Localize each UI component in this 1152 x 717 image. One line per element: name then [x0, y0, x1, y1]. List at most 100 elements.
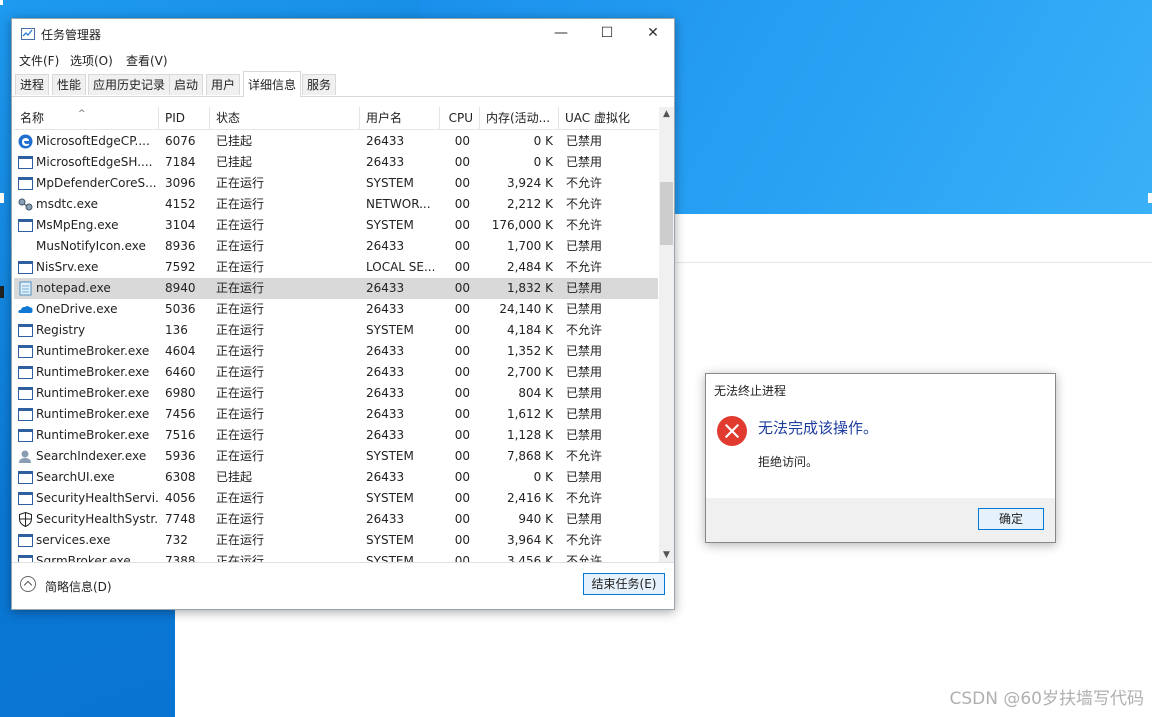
table-row[interactable]: SecurityHealthSystr... 7748 正在运行 26433 00 940…	[14, 509, 658, 530]
title-bar[interactable]: 任务管理器 — ☐ ✕	[12, 19, 674, 49]
column-header-cpu[interactable]: CPU	[440, 107, 480, 129]
row-pid: 5036	[165, 302, 196, 316]
menu-options[interactable]: 选项(O)	[70, 52, 113, 69]
row-username: SYSTEM	[366, 491, 414, 505]
table-row[interactable]: SearchIndexer.exe 5936 正在运行 SYSTEM 00 7,868 K…	[14, 446, 658, 467]
row-pid: 7184	[165, 155, 196, 169]
end-task-button[interactable]: 结束任务(E)	[583, 573, 665, 595]
fewer-details-link[interactable]: 简略信息(D)	[45, 578, 112, 595]
row-uac: 已禁用	[566, 134, 603, 148]
table-row[interactable]: RuntimeBroker.exe 4604 正在运行 26433 00 1,352 K 已…	[14, 341, 658, 362]
table-row[interactable]: MusNotifyIcon.exe 8936 正在运行 26433 00 1,700 K 已…	[14, 236, 658, 257]
row-username: LOCAL SE...	[366, 260, 436, 274]
tab-startup[interactable]: 启动	[169, 74, 204, 95]
scroll-up-icon[interactable]: ▲	[659, 109, 674, 119]
scroll-thumb[interactable]	[660, 182, 673, 245]
table-row[interactable]: MpDefenderCoreS... 3096 正在运行 SYSTEM 00 3,924 …	[14, 173, 658, 194]
table-row[interactable]: SearchUI.exe 6308 已挂起 26433 00 0 K 已禁用	[14, 467, 658, 488]
table-row[interactable]: NisSrv.exe 7592 正在运行 LOCAL SE... 00 2,484 K 不允…	[14, 257, 658, 278]
row-status: 已挂起	[216, 134, 253, 148]
row-cpu: 00	[454, 533, 470, 547]
table-row[interactable]: MicrosoftEdgeCP.... 6076 已挂起 26433 00 0 K 已禁用	[14, 131, 658, 152]
table-row[interactable]: OneDrive.exe 5036 正在运行 26433 00 24,140 K 已禁用	[14, 299, 658, 320]
menu-file[interactable]: 文件(F)	[19, 52, 59, 69]
row-pid: 7516	[165, 428, 196, 442]
table-row[interactable]: MicrosoftEdgeSH.... 7184 已挂起 26433 00 0 K 已禁用	[14, 152, 658, 173]
row-cpu: 00	[454, 155, 470, 169]
app-frame-icon	[18, 386, 33, 401]
row-uac: 不允许	[566, 176, 603, 190]
menu-view[interactable]: 查看(V)	[126, 52, 168, 69]
row-name: notepad.exe	[36, 281, 111, 295]
table-row[interactable]: MsMpEng.exe 3104 正在运行 SYSTEM 00 176,000 K 不允许	[14, 215, 658, 236]
row-cpu: 00	[454, 176, 470, 190]
column-header-pid[interactable]: PID	[159, 107, 210, 129]
tab-details[interactable]: 详细信息	[243, 71, 302, 97]
row-cpu: 00	[454, 239, 470, 253]
table-row[interactable]: RuntimeBroker.exe 6460 正在运行 26433 00 2,700 K 已…	[14, 362, 658, 383]
row-memory: 1,352 K	[506, 344, 553, 358]
tab-processes[interactable]: 进程	[15, 74, 50, 95]
row-uac: 已禁用	[566, 239, 603, 253]
vertical-scrollbar[interactable]: ▲ ▼	[659, 107, 674, 562]
row-memory: 0 K	[533, 155, 553, 169]
row-status: 正在运行	[216, 344, 265, 358]
row-name: MusNotifyIcon.exe	[36, 239, 146, 253]
app-frame-icon	[18, 218, 33, 233]
app-frame-icon	[18, 554, 33, 562]
minimize-button[interactable]: —	[538, 19, 584, 49]
row-name: services.exe	[36, 533, 111, 547]
column-header-memory[interactable]: 内存(活动...	[480, 107, 559, 129]
row-status: 正在运行	[216, 428, 265, 442]
row-uac: 不允许	[566, 260, 603, 274]
table-row[interactable]: services.exe 732 正在运行 SYSTEM 00 3,964 K 不允许	[14, 530, 658, 551]
table-row[interactable]: msdtc.exe 4152 正在运行 NETWOR... 00 2,212 K 不允许	[14, 194, 658, 215]
ok-button[interactable]: 确定	[978, 508, 1044, 530]
row-uac: 不允许	[566, 197, 603, 211]
table-row[interactable]: SecurityHealthServi... 4056 正在运行 SYSTEM 00 2,…	[14, 488, 658, 509]
row-memory: 940 K	[518, 512, 553, 526]
table-row[interactable]: Registry 136 正在运行 SYSTEM 00 4,184 K 不允许	[14, 320, 658, 341]
background-window-divider	[675, 262, 1152, 263]
tab-services[interactable]: 服务	[302, 74, 337, 95]
column-header-name[interactable]: 名称 ^	[14, 107, 159, 129]
row-status: 正在运行	[216, 281, 265, 295]
column-header-username[interactable]: 用户名	[360, 107, 440, 129]
row-uac: 已禁用	[566, 344, 603, 358]
row-username: 26433	[366, 281, 405, 295]
table-row[interactable]: RuntimeBroker.exe 6980 正在运行 26433 00 804 K 已禁用	[14, 383, 658, 404]
row-name: SgrmBroker.exe	[36, 554, 131, 562]
row-cpu: 00	[454, 323, 470, 337]
row-memory: 1,128 K	[506, 428, 553, 442]
error-dialog: 无法终止进程 无法完成该操作。 拒绝访问。 确定	[705, 373, 1056, 543]
row-memory: 2,484 K	[506, 260, 553, 274]
row-username: 26433	[366, 386, 405, 400]
row-name: RuntimeBroker.exe	[36, 365, 150, 379]
app-frame-icon	[18, 428, 33, 443]
column-header-status[interactable]: 状态	[210, 107, 360, 129]
onedrive-icon	[18, 302, 33, 317]
column-header-uac[interactable]: UAC 虚拟化	[559, 107, 658, 129]
row-pid: 4604	[165, 344, 196, 358]
row-status: 正在运行	[216, 554, 265, 562]
tab-app-history[interactable]: 应用历史记录	[88, 74, 171, 95]
tab-performance[interactable]: 性能	[52, 74, 87, 95]
table-row[interactable]: RuntimeBroker.exe 7516 正在运行 26433 00 1,128 K 已…	[14, 425, 658, 446]
scroll-down-icon[interactable]: ▼	[659, 550, 674, 560]
row-memory: 2,212 K	[506, 197, 553, 211]
maximize-button[interactable]: ☐	[584, 19, 630, 49]
table-row[interactable]: RuntimeBroker.exe 7456 正在运行 26433 00 1,612 K 已…	[14, 404, 658, 425]
close-button[interactable]: ✕	[630, 19, 676, 49]
table-row[interactable]: notepad.exe 8940 正在运行 26433 00 1,832 K 已禁用	[14, 278, 658, 299]
tab-users[interactable]: 用户	[206, 74, 241, 95]
row-uac: 不允许	[566, 323, 603, 337]
row-cpu: 00	[454, 491, 470, 505]
row-status: 已挂起	[216, 155, 253, 169]
row-memory: 24,140 K	[499, 302, 553, 316]
row-memory: 1,832 K	[506, 281, 553, 295]
row-username: 26433	[366, 134, 405, 148]
app-frame-icon	[18, 155, 33, 170]
table-row[interactable]: SgrmBroker.exe 7388 正在运行 SYSTEM 00 3,456 K 不允许	[14, 551, 658, 562]
chevron-up-icon[interactable]	[20, 576, 36, 592]
row-pid: 7748	[165, 512, 196, 526]
